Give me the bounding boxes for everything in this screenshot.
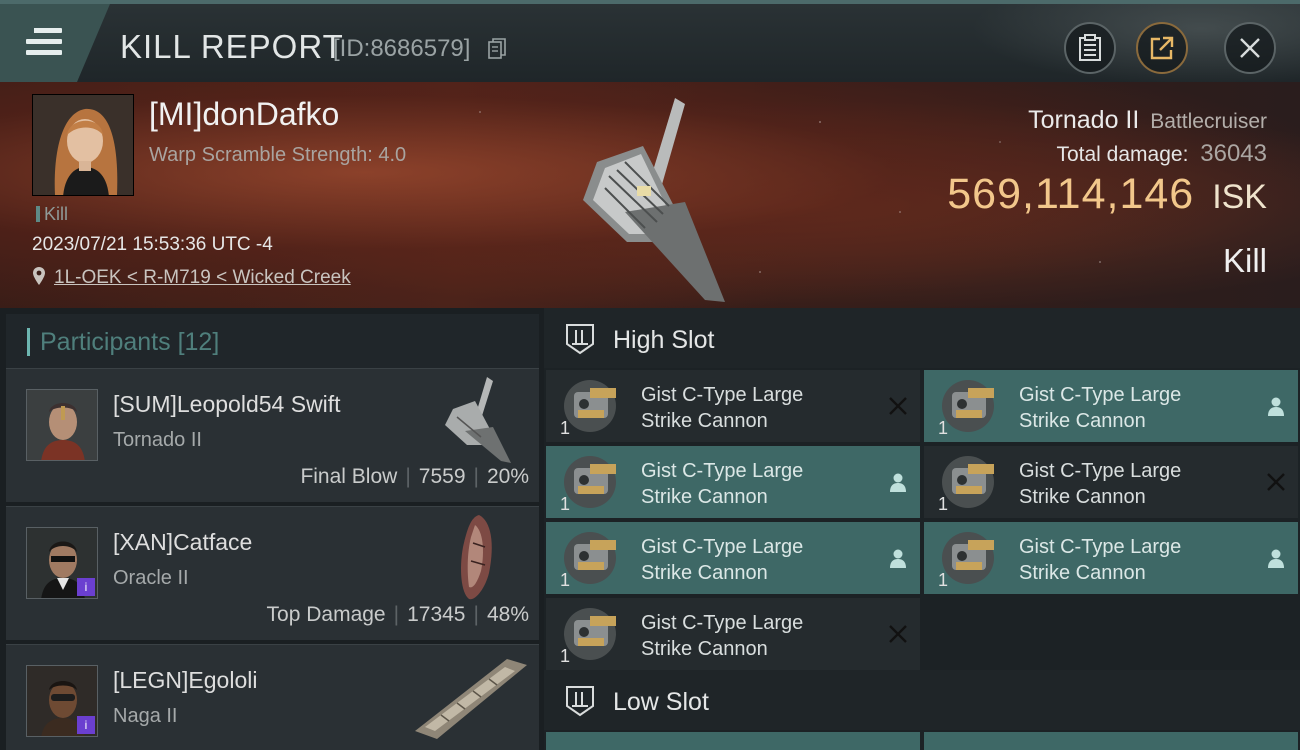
high-slot-header: High Slot <box>544 308 1300 368</box>
module-quantity: 1 <box>560 494 571 514</box>
dropped-person-icon <box>1268 549 1284 568</box>
victim-ship-image[interactable] <box>565 92 745 302</box>
participant-row[interactable]: [SUM]Leopold54 Swift Tornado II Final Bl… <box>6 368 539 502</box>
participant-percent: 20% <box>486 465 529 488</box>
menu-icon[interactable] <box>26 26 64 58</box>
module-name: Gist C-Type Large Strike Cannon <box>641 612 804 660</box>
participant-percent: 48% <box>486 603 529 626</box>
total-damage-value: 36043 <box>1200 140 1267 167</box>
high-slot-icon <box>566 324 594 355</box>
module-name: Gist C-Type Large Strike Cannon <box>641 384 804 432</box>
clipboard-button[interactable] <box>1064 22 1116 74</box>
module-quantity: 1 <box>560 646 571 666</box>
participant-damage: 7559 <box>418 465 466 488</box>
participants-panel: Participants [12] [SUM]Leopold54 Swift T… <box>0 308 544 750</box>
isk-unit: ISK <box>1212 178 1267 216</box>
participant-ship: Oracle II <box>113 567 189 589</box>
kill-tag: Kill <box>36 204 68 225</box>
victim-portrait-image <box>33 95 133 195</box>
kill-location[interactable]: 1L-OEK < R-M719 < Wicked Creek <box>32 266 351 289</box>
participant-damage: 17345 <box>407 603 466 626</box>
victim-name[interactable]: [MI]donDafko <box>149 96 339 133</box>
participant-row[interactable]: i [LEGN]Egololi Naga II <box>6 644 539 750</box>
participants-header: Participants [12] <box>6 314 539 370</box>
victim-portrait[interactable] <box>32 94 134 196</box>
participant-avatar[interactable]: i <box>26 665 98 737</box>
kill-result: Kill <box>1222 242 1267 279</box>
participants-label: Participants <box>40 328 171 356</box>
module-name: Gist C-Type Large Strike Cannon <box>1019 460 1182 508</box>
kill-tag-label: Kill <box>44 204 69 224</box>
participant-ship: Tornado II <box>113 429 202 451</box>
module-item[interactable]: 1 Gist C-Type Large Strike Cannon <box>546 446 920 518</box>
module-item[interactable]: 1 Gist C-Type Large Strike Cannon <box>546 522 920 594</box>
victim-ship-name[interactable]: Tornado II <box>1028 106 1139 134</box>
close-button[interactable] <box>1224 22 1276 74</box>
destroyed-x-icon <box>889 625 907 643</box>
module-name: Gist C-Type Large Strike Cannon <box>1019 384 1182 432</box>
page-title: KILL REPORT <box>120 28 344 65</box>
total-damage-label: Total damage: <box>1056 143 1189 166</box>
module-quantity: 1 <box>560 570 571 590</box>
report-id: [ID:8686579] <box>333 35 471 62</box>
participants-count: [12] <box>177 328 220 356</box>
participant-role: Final Blow <box>300 465 398 488</box>
share-button[interactable] <box>1136 22 1188 74</box>
participant-role: Top Damage <box>266 603 386 626</box>
close-icon <box>1240 38 1260 58</box>
module-item[interactable]: 1 Gist C-Type Large Strike Cannon <box>546 370 920 442</box>
share-icon <box>1150 36 1174 60</box>
alliance-badge-icon: i <box>77 716 95 734</box>
module-name: Gist C-Type Large Strike Cannon <box>641 536 804 584</box>
destroyed-x-icon <box>1267 473 1285 491</box>
victim-hero: [MI]donDafko Warp Scramble Strength: 4.0… <box>0 82 1300 308</box>
total-damage-line: Total damage: 36043 <box>1056 140 1267 168</box>
alliance-badge-icon: i <box>77 578 95 596</box>
clipboard-icon <box>1079 34 1101 61</box>
participant-ship-image <box>415 659 527 739</box>
participant-name[interactable]: [LEGN]Egololi <box>113 667 257 694</box>
kill-datetime: 2023/07/21 15:53:36 UTC -4 <box>32 234 273 255</box>
dropped-person-icon <box>1268 397 1284 416</box>
module-item[interactable] <box>546 732 920 750</box>
participant-avatar[interactable] <box>26 389 98 461</box>
low-slot-icon <box>566 686 594 717</box>
high-slot-label: High Slot <box>613 326 715 354</box>
participant-stats: Final Blow | 7559 | 20% <box>300 465 529 488</box>
top-bar: KILL REPORT [ID:8686579] <box>0 0 1300 86</box>
low-slot-label: Low Slot <box>613 688 709 716</box>
participant-avatar[interactable]: i <box>26 527 98 599</box>
isk-value-line: 569,114,146 ISK <box>947 170 1267 219</box>
destroyed-x-icon <box>889 397 907 415</box>
participant-ship-image <box>445 377 511 463</box>
module-item[interactable]: 1 Gist C-Type Large Strike Cannon <box>924 446 1298 518</box>
isk-value: 569,114,146 <box>947 170 1195 218</box>
participant-row[interactable]: i [XAN]Catface Oracle II Top Damage | 1734… <box>6 506 539 640</box>
location-pin-icon <box>33 267 45 285</box>
module-item[interactable]: 1 Gist C-Type Large Strike Cannon <box>924 522 1298 594</box>
module-quantity: 1 <box>938 418 949 438</box>
module-quantity: 1 <box>560 418 571 438</box>
module-name: Gist C-Type Large Strike Cannon <box>641 460 804 508</box>
module-quantity: 1 <box>938 570 949 590</box>
participant-ship-image <box>461 515 492 600</box>
victim-ship-class: Battlecruiser <box>1150 110 1267 133</box>
participant-name[interactable]: [SUM]Leopold54 Swift <box>113 391 341 418</box>
victim-ship-line: Tornado II Battlecruiser <box>1028 106 1267 135</box>
copy-icon[interactable] <box>488 38 506 60</box>
dropped-person-icon <box>890 549 906 568</box>
participant-ship: Naga II <box>113 705 178 727</box>
participant-stats: Top Damage | 17345 | 48% <box>266 603 529 626</box>
module-item[interactable]: 1 Gist C-Type Large Strike Cannon <box>546 598 920 670</box>
dropped-person-icon <box>890 473 906 492</box>
module-item[interactable] <box>924 732 1298 750</box>
module-quantity: 1 <box>938 494 949 514</box>
participant-name[interactable]: [XAN]Catface <box>113 529 252 556</box>
module-name: Gist C-Type Large Strike Cannon <box>1019 536 1182 584</box>
location-link[interactable]: 1L-OEK < R-M719 < Wicked Creek <box>54 267 351 288</box>
low-slot-header: Low Slot <box>544 670 1300 730</box>
module-item[interactable]: 1 Gist C-Type Large Strike Cannon <box>924 370 1298 442</box>
warp-scramble-strength: Warp Scramble Strength: 4.0 <box>149 144 407 166</box>
fittings-panel: High Slot 1 Gist C-Type Large Strike Cann… <box>544 308 1300 750</box>
